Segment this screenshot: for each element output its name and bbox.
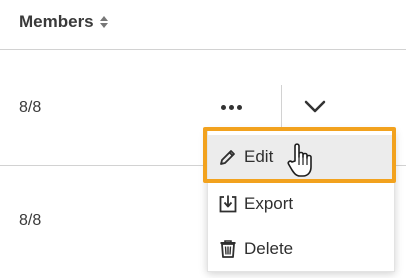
more-actions-button[interactable] bbox=[214, 95, 248, 119]
menu-item-edit[interactable]: Edit bbox=[208, 135, 396, 179]
pencil-icon bbox=[220, 150, 235, 165]
dot bbox=[236, 104, 242, 110]
menu-item-export[interactable]: Export bbox=[208, 182, 396, 226]
dot bbox=[228, 104, 234, 110]
sort-icon[interactable] bbox=[99, 15, 109, 29]
members-column-label: Members bbox=[19, 12, 94, 31]
menu-item-label: Delete bbox=[244, 239, 294, 258]
dot bbox=[220, 104, 226, 110]
menu-item-delete[interactable]: Delete bbox=[208, 227, 396, 271]
chevron-down-icon[interactable] bbox=[300, 95, 330, 119]
table-view: Members 8/8 8/8 Edit Export Delete bbox=[0, 0, 406, 278]
table-header: Members bbox=[0, 0, 406, 50]
members-cell: 8/8 bbox=[19, 212, 42, 229]
trash-icon bbox=[220, 240, 236, 258]
members-column-header[interactable]: Members bbox=[19, 12, 109, 32]
menu-item-label: Export bbox=[244, 194, 294, 213]
menu-item-label: Edit bbox=[244, 147, 274, 166]
export-icon bbox=[219, 195, 237, 213]
members-cell: 8/8 bbox=[19, 99, 42, 116]
actions-menu: Edit Export Delete bbox=[207, 130, 396, 272]
